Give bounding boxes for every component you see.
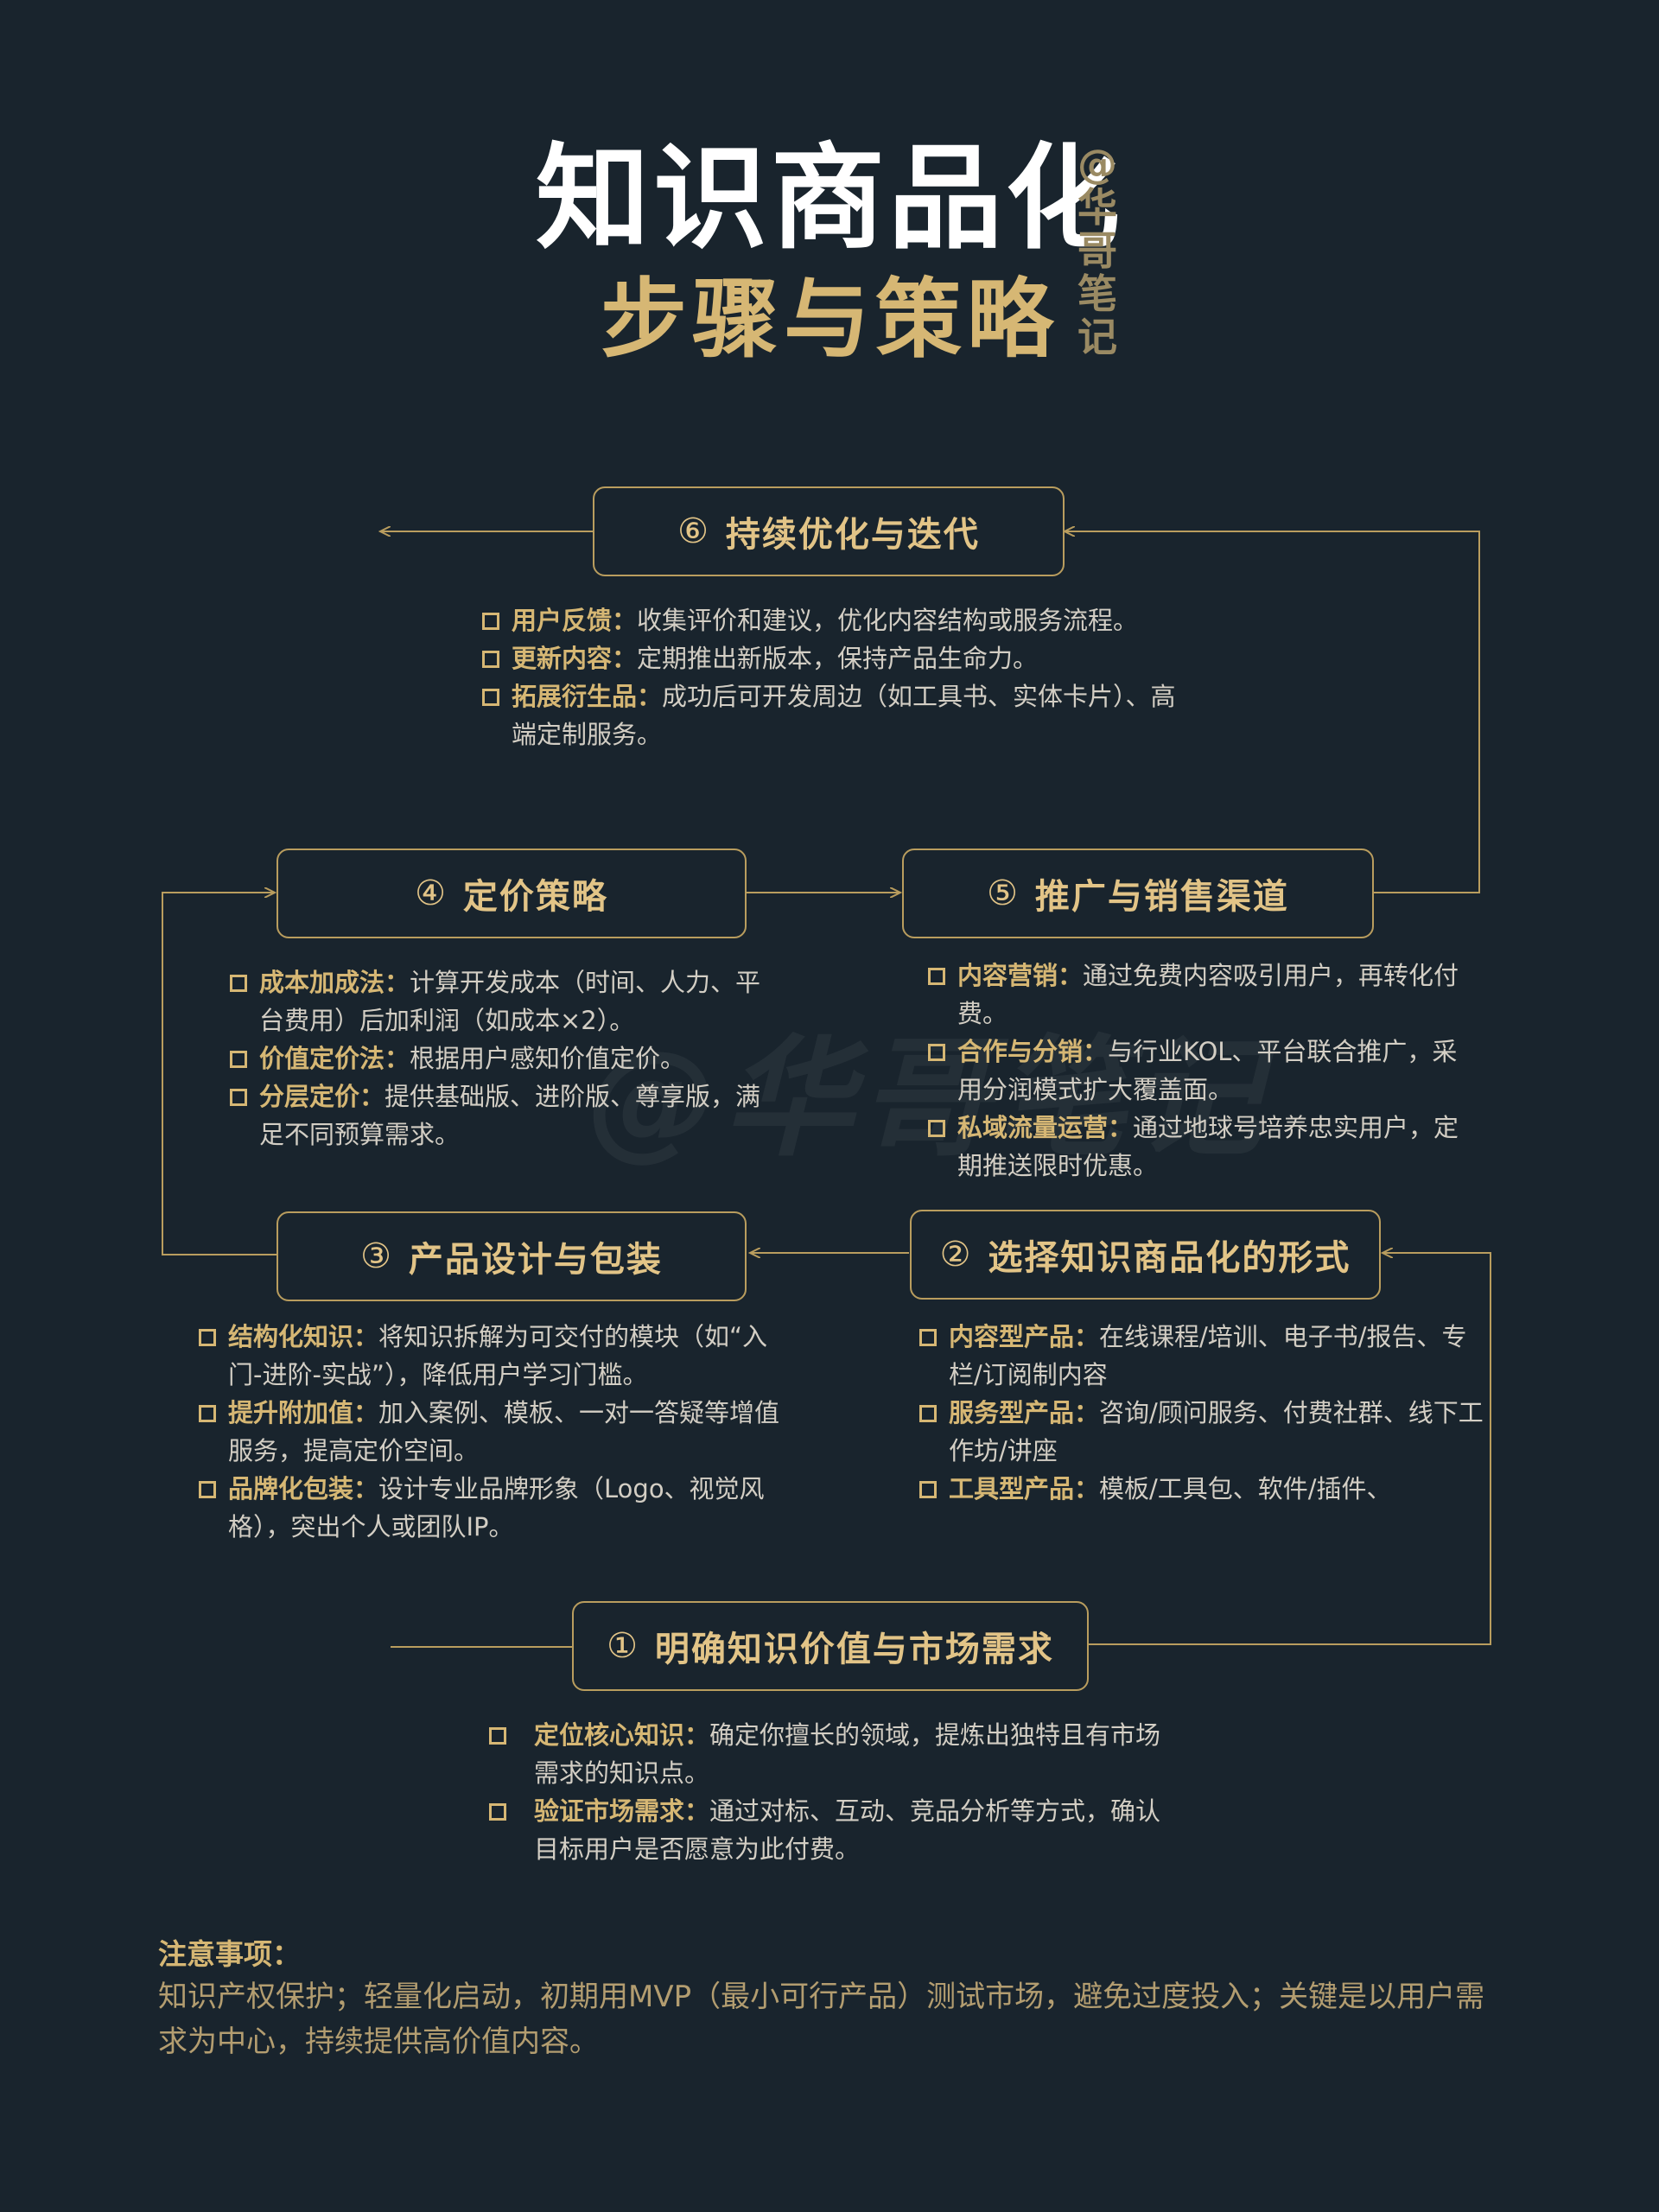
list-item: 拓展衍生品：成功后可开发周边（如工具书、实体卡片）、高端定制服务。 (480, 677, 1189, 753)
bullet-square-icon (230, 975, 247, 992)
list-item: 验证市场需求：通过对标、互动、竞品分析等方式，确认目标用户是否愿意为此付费。 (487, 1792, 1179, 1868)
list-item: 品牌化包装：设计专业品牌形象（Logo、视觉风格），突出个人或团队IP。 (197, 1470, 785, 1546)
list-item: 工具型产品：模板/工具包、软件/插件、 (918, 1470, 1488, 1508)
notes-title: 注意事项： (158, 1937, 301, 1971)
step-2-list: 内容型产品：在线课程/培训、电子书/报告、专栏/订阅制内容 服务型产品：咨询/顾… (918, 1318, 1488, 1508)
step-2-box: ② 选择知识商品化的形式 (910, 1210, 1381, 1300)
bullet-square-icon (482, 613, 499, 630)
step-4-box: ④ 定价策略 (276, 849, 747, 938)
list-item: 更新内容：定期推出新版本，保持产品生命力。 (480, 639, 1189, 677)
bullet-square-icon (489, 1727, 506, 1745)
step-6-box: ⑥ 持续优化与迭代 (593, 486, 1065, 576)
list-item: 定位核心知识：确定你擅长的领域，提炼出独特且有市场需求的知识点。 (487, 1716, 1179, 1792)
list-item: 合作与分销：与行业KOL、平台联合推广，采用分润模式扩大覆盖面。 (926, 1033, 1479, 1109)
list-item: 服务型产品：咨询/顾问服务、付费社群、线下工作坊/讲座 (918, 1394, 1488, 1470)
bullet-square-icon (928, 1120, 945, 1137)
bullet-square-icon (230, 1089, 247, 1106)
step-5-list: 内容营销：通过免费内容吸引用户，再转化付费。 合作与分销：与行业KOL、平台联合… (926, 957, 1479, 1185)
bullet-square-icon (928, 968, 945, 985)
step-5-box: ⑤ 推广与销售渠道 (902, 849, 1374, 938)
step-6-list: 用户反馈：收集评价和建议，优化内容结构或服务流程。 更新内容：定期推出新版本，保… (480, 601, 1189, 753)
list-item: 价值定价法：根据用户感知价值定价。 (228, 1039, 764, 1077)
list-item: 分层定价：提供基础版、进阶版、尊享版，满足不同预算需求。 (228, 1077, 764, 1154)
step-1-list: 定位核心知识：确定你擅长的领域，提炼出独特且有市场需求的知识点。 验证市场需求：… (487, 1716, 1179, 1868)
list-item: 私域流量运营：通过地球号培养忠实用户，定期推送限时优惠。 (926, 1109, 1479, 1185)
step-3-box: ③ 产品设计与包装 (276, 1211, 747, 1301)
step-number: ② (939, 1235, 973, 1274)
bullet-square-icon (919, 1329, 937, 1346)
list-item: 成本加成法：计算开发成本（时间、人力、平台费用）后加利润（如成本×2）。 (228, 963, 764, 1039)
step-number: ⑥ (677, 512, 710, 551)
step-3-list: 结构化知识：将知识拆解为可交付的模块（如“入门-进阶-实战”），降低用户学习门槛… (197, 1318, 785, 1546)
step-number: ① (607, 1626, 639, 1666)
list-item: 用户反馈：收集评价和建议，优化内容结构或服务流程。 (480, 601, 1189, 639)
bullet-square-icon (919, 1405, 937, 1422)
step-number: ⑤ (987, 874, 1020, 913)
step-number: ④ (415, 874, 448, 913)
step-title: 明确知识价值与市场需求 (654, 1630, 1054, 1669)
list-item: 内容营销：通过免费内容吸引用户，再转化付费。 (926, 957, 1479, 1033)
step-title: 推广与销售渠道 (1034, 877, 1289, 917)
list-item: 结构化知识：将知识拆解为可交付的模块（如“入门-进阶-实战”），降低用户学习门槛… (197, 1318, 785, 1394)
step-4-list: 成本加成法：计算开发成本（时间、人力、平台费用）后加利润（如成本×2）。 价值定… (228, 963, 764, 1154)
step-number: ③ (360, 1236, 393, 1276)
bullet-square-icon (489, 1803, 506, 1821)
step-title: 定价策略 (462, 877, 608, 917)
bullet-square-icon (928, 1044, 945, 1061)
bullet-square-icon (199, 1329, 216, 1346)
bullet-square-icon (230, 1051, 247, 1068)
step-title: 产品设计与包装 (408, 1240, 663, 1280)
bullet-square-icon (482, 651, 499, 668)
bullet-square-icon (482, 689, 499, 706)
list-item: 内容型产品：在线课程/培训、电子书/报告、专栏/订阅制内容 (918, 1318, 1488, 1394)
list-item: 提升附加值：加入案例、模板、一对一答疑等增值服务，提高定价空间。 (197, 1394, 785, 1470)
step-title: 持续优化与迭代 (725, 515, 980, 555)
bullet-square-icon (919, 1481, 937, 1498)
step-title: 选择知识商品化的形式 (988, 1238, 1351, 1278)
notes-body: 知识产权保护；轻量化启动，初期用MVP（最小可行产品）测试市场，避免过度投入；关… (158, 1980, 1485, 2059)
step-1-box: ① 明确知识价值与市场需求 (572, 1601, 1089, 1691)
bullet-square-icon (199, 1405, 216, 1422)
bullet-square-icon (199, 1481, 216, 1498)
